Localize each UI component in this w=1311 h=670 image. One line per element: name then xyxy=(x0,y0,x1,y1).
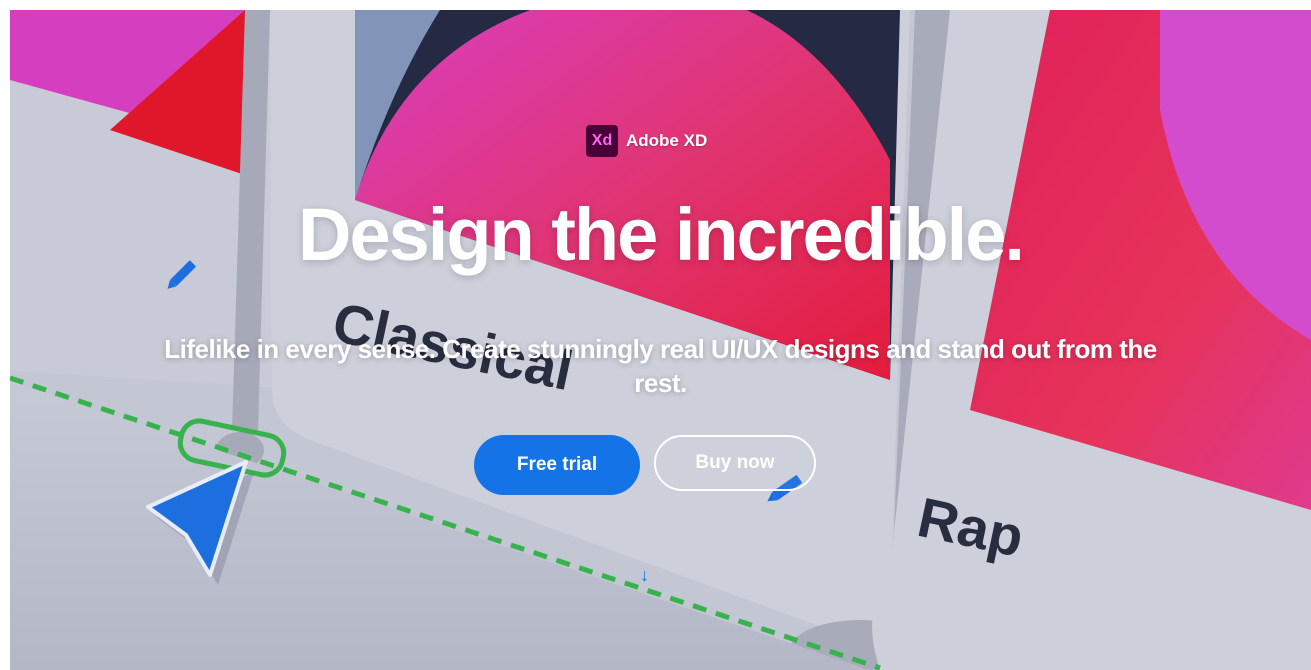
free-trial-button[interactable]: Free trial xyxy=(474,435,640,495)
adobe-xd-logo-icon: Xd xyxy=(586,125,618,157)
arrow-down-icon[interactable]: ↓ xyxy=(640,565,649,586)
hero-subheadline: Lifelike in every sense. Create stunning… xyxy=(164,334,1157,398)
brand-lockup[interactable]: Xd Adobe XD xyxy=(586,125,707,157)
hero-headline: Design the incredible. xyxy=(298,193,1025,276)
brand-name: Adobe XD xyxy=(626,131,708,150)
buy-now-button[interactable]: Buy now xyxy=(654,435,816,491)
page-frame: Classical Rap Xd Adobe XD Design the inc… xyxy=(0,0,1311,670)
cta-group: Free trial Buy now xyxy=(474,435,816,495)
hero-section: Classical Rap Xd Adobe XD Design the inc… xyxy=(10,10,1311,670)
